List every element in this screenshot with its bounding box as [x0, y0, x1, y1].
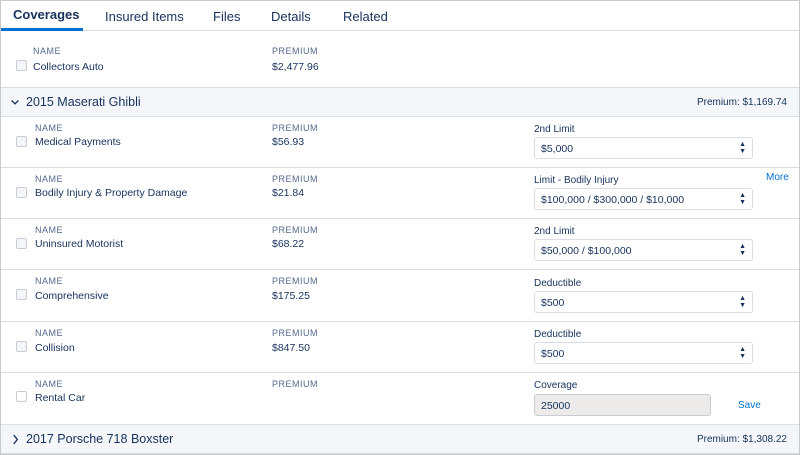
item-premium: $2,477.96 [272, 61, 319, 73]
row-checkbox[interactable] [16, 136, 27, 147]
row-checkbox[interactable] [16, 238, 27, 249]
coverage-premium: $68.22 [272, 238, 305, 250]
coverage-amount-input[interactable]: 25000 [534, 394, 711, 416]
group-title: 2017 Porsche 718 Boxster [26, 432, 174, 446]
coverage-premium: $56.93 [272, 136, 305, 148]
coverage-row-medical-payments: NAME Medical Payments PREMIUM $56.93 2nd… [1, 117, 799, 168]
coverages-panel: Coverages Insured Items Files Details Re… [0, 0, 800, 455]
premium-column-label: PREMIUM [272, 379, 318, 389]
group-premium: Premium: $1,169.74 [696, 97, 787, 108]
group-premium: Premium: $1,308.22 [696, 434, 787, 445]
item-name: Collectors Auto [33, 61, 104, 73]
premium-column-label: PREMIUM [272, 276, 318, 286]
save-link[interactable]: Save [738, 400, 761, 411]
coverage-row-rental-car: NAME Rental Car PREMIUM Coverage 25000 S… [1, 373, 799, 425]
coverage-row-collision: NAME Collision PREMIUM $847.50 Deductibl… [1, 322, 799, 373]
insured-item-group-maserati[interactable]: 2015 Maserati Ghibli Premium: $1,169.74 [1, 87, 799, 117]
select-value: $500 [541, 348, 565, 360]
coverage-premium: $847.50 [272, 342, 310, 354]
group-title: 2015 Maserati Ghibli [26, 95, 141, 109]
limit-select[interactable]: $100,000 / $300,000 / $10,000 ▲ ▼ [534, 188, 753, 210]
name-column-label: NAME [35, 123, 64, 133]
select-arrows-icon: ▲ ▼ [739, 141, 746, 155]
premium-column-label: PREMIUM [272, 174, 318, 184]
deductible-select[interactable]: $500 ▲ ▼ [534, 291, 753, 313]
name-column-label: NAME [35, 379, 64, 389]
name-column-label: NAME [33, 46, 62, 56]
chevron-down-icon[interactable] [10, 98, 20, 108]
select-arrows-icon: ▲ ▼ [739, 192, 746, 206]
field-label: Coverage [534, 380, 578, 391]
tab-insured-items[interactable]: Insured Items [83, 1, 193, 31]
premium-column-label: PREMIUM [272, 225, 318, 235]
field-label: Deductible [534, 278, 582, 289]
row-checkbox[interactable] [16, 289, 27, 300]
input-value: 25000 [541, 400, 571, 412]
coverage-row-comprehensive: NAME Comprehensive PREMIUM $175.25 Deduc… [1, 270, 799, 322]
name-column-label: NAME [35, 276, 64, 286]
more-link[interactable]: More [766, 172, 789, 183]
tab-coverages[interactable]: Coverages [1, 1, 83, 31]
coverage-row-uninsured-motorist: NAME Uninsured Motorist PREMIUM $68.22 2… [1, 219, 799, 270]
tab-files[interactable]: Files [193, 1, 253, 31]
coverage-premium: $21.84 [272, 187, 305, 199]
field-label: 2nd Limit [534, 226, 575, 237]
row-checkbox[interactable] [16, 341, 27, 352]
premium-column-label: PREMIUM [272, 46, 318, 56]
coverage-name: Uninsured Motorist [35, 238, 124, 250]
select-arrows-icon: ▲ ▼ [739, 346, 746, 360]
select-value: $5,000 [541, 143, 574, 155]
tab-related[interactable]: Related [325, 1, 405, 31]
name-column-label: NAME [35, 225, 64, 235]
field-label: Deductible [534, 329, 582, 340]
select-arrows-icon: ▲ ▼ [739, 295, 746, 309]
name-column-label: NAME [35, 174, 64, 184]
tab-bar: Coverages Insured Items Files Details Re… [1, 1, 799, 31]
select-value: $500 [541, 297, 565, 309]
coverage-name: Comprehensive [35, 290, 109, 302]
chevron-right-icon[interactable] [11, 434, 20, 445]
field-label: Limit - Bodily Injury [534, 175, 619, 186]
tab-details[interactable]: Details [253, 1, 325, 31]
limit-select[interactable]: $5,000 ▲ ▼ [534, 137, 753, 159]
deductible-select[interactable]: $500 ▲ ▼ [534, 342, 753, 364]
field-label: 2nd Limit [534, 124, 575, 135]
premium-column-label: PREMIUM [272, 123, 318, 133]
policy-item-row: NAME Collectors Auto PREMIUM $2,477.96 [1, 31, 799, 88]
name-column-label: NAME [35, 328, 64, 338]
premium-column-label: PREMIUM [272, 328, 318, 338]
coverage-premium: $175.25 [272, 290, 310, 302]
select-value: $50,000 / $100,000 [541, 245, 632, 257]
coverage-name: Collision [35, 342, 75, 354]
coverage-name: Medical Payments [35, 136, 121, 148]
coverage-name: Rental Car [35, 392, 86, 404]
coverage-name: Bodily Injury & Property Damage [35, 187, 188, 199]
row-checkbox[interactable] [16, 60, 27, 71]
limit-select[interactable]: $50,000 / $100,000 ▲ ▼ [534, 239, 753, 261]
row-checkbox[interactable] [16, 391, 27, 402]
select-arrows-icon: ▲ ▼ [739, 243, 746, 257]
coverage-row-bodily-injury: NAME Bodily Injury & Property Damage PRE… [1, 168, 799, 219]
select-value: $100,000 / $300,000 / $10,000 [541, 194, 685, 206]
row-checkbox[interactable] [16, 187, 27, 198]
insured-item-group-porsche[interactable]: 2017 Porsche 718 Boxster Premium: $1,308… [1, 424, 799, 454]
